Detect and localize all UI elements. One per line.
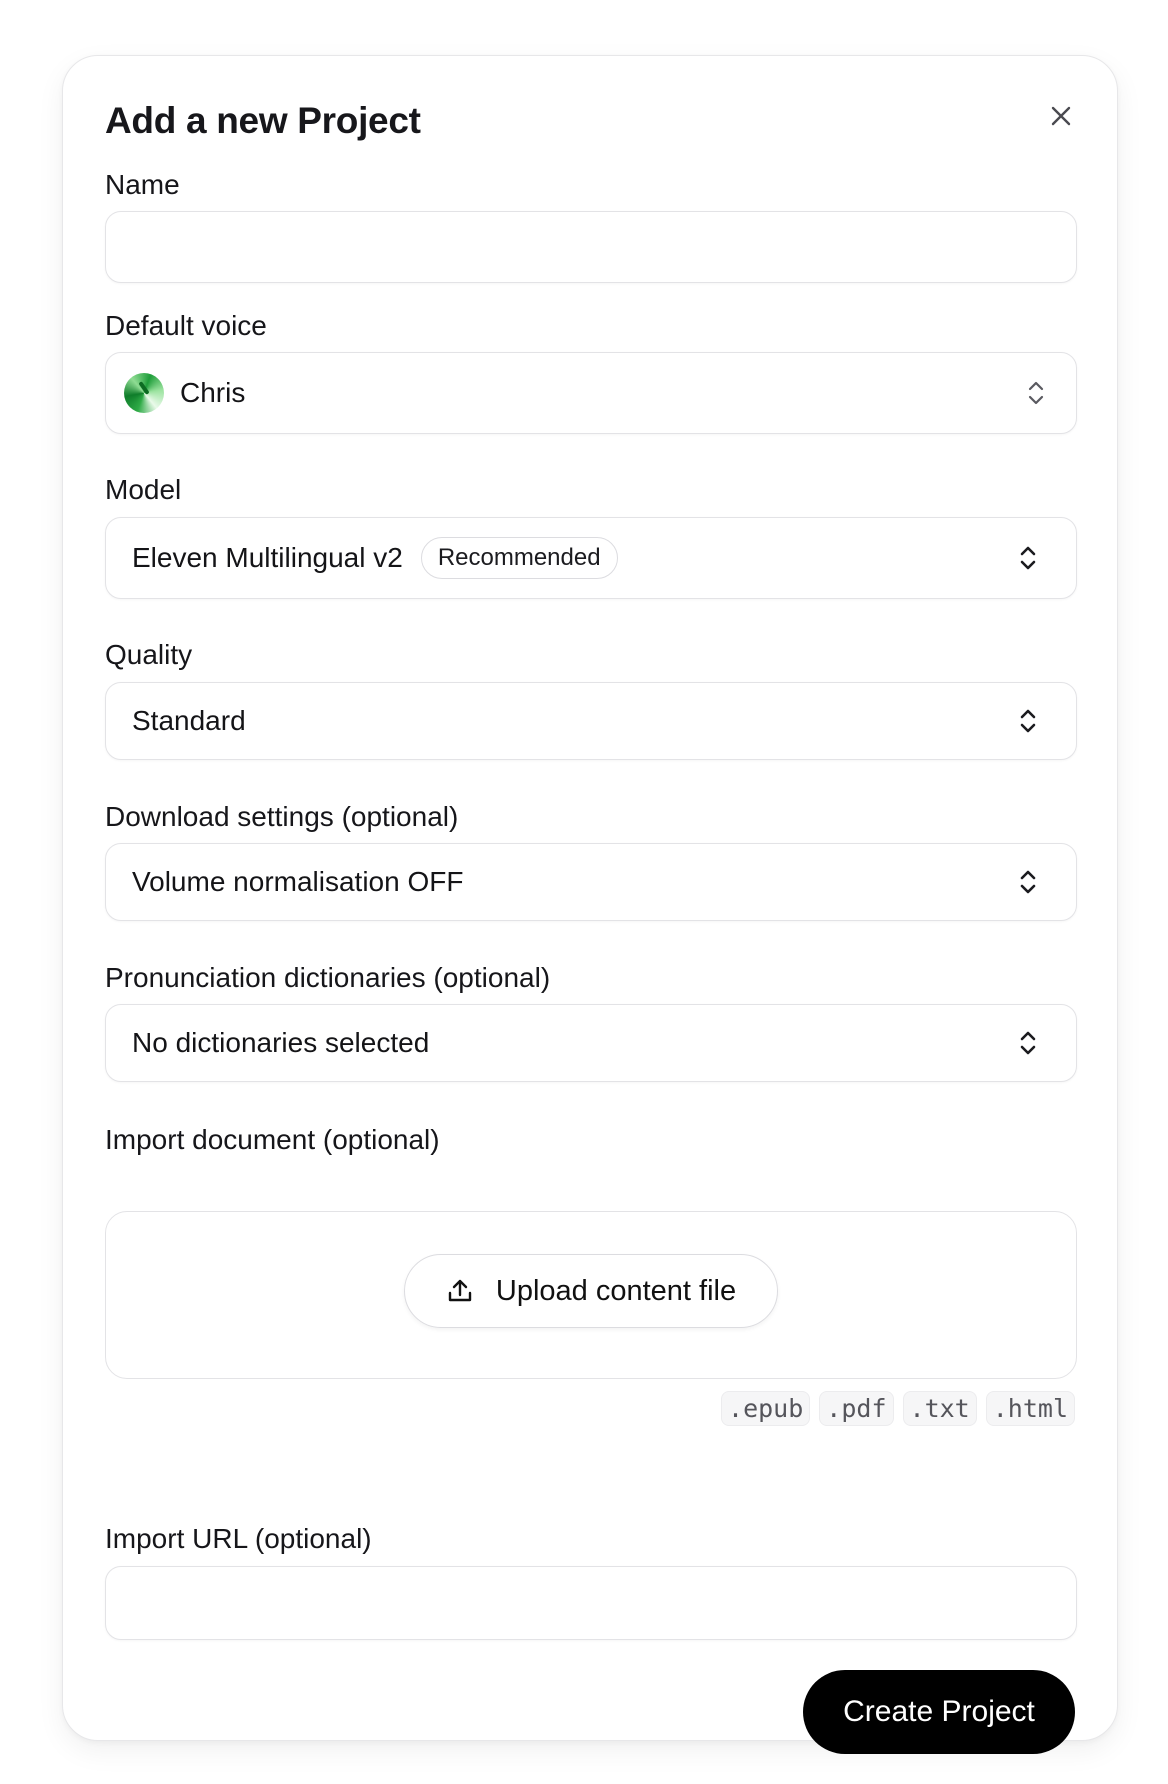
quality-value: Standard bbox=[132, 705, 246, 736]
import-url-input[interactable] bbox=[106, 1567, 1076, 1639]
create-project-button[interactable]: Create Project bbox=[803, 1670, 1075, 1754]
upload-content-label: Upload content file bbox=[495, 1274, 737, 1307]
close-icon bbox=[1051, 106, 1071, 126]
chevron-up-down-icon bbox=[1020, 546, 1036, 570]
chevron-up-down-icon bbox=[1020, 1031, 1036, 1055]
download-settings-select[interactable]: Volume normalisation OFF bbox=[105, 843, 1077, 921]
dialog-title: Add a new Project bbox=[105, 100, 421, 141]
download-settings-label: Download settings (optional) bbox=[105, 801, 459, 832]
import-url-field-wrapper bbox=[105, 1566, 1077, 1640]
pronunciation-value: No dictionaries selected bbox=[132, 1027, 430, 1058]
pronunciation-select[interactable]: No dictionaries selected bbox=[105, 1004, 1077, 1082]
name-field-wrapper bbox=[105, 211, 1077, 283]
extension-tag: .epub bbox=[721, 1391, 811, 1426]
recommended-badge: Recommended bbox=[420, 537, 618, 579]
upload-icon bbox=[448, 1279, 472, 1302]
upload-content-button[interactable]: Upload content file bbox=[404, 1254, 778, 1328]
supported-extensions: .epub .pdf .txt .html bbox=[721, 1391, 1075, 1426]
chevron-up-down-icon bbox=[1020, 870, 1036, 894]
import-url-label: Import URL (optional) bbox=[105, 1523, 372, 1554]
import-document-label: Import document (optional) bbox=[105, 1124, 440, 1155]
default-voice-select[interactable]: Chris bbox=[105, 352, 1077, 434]
download-settings-value: Volume normalisation OFF bbox=[132, 866, 464, 897]
default-voice-label: Default voice bbox=[105, 310, 267, 341]
chevron-up-down-icon bbox=[1028, 381, 1044, 405]
extension-tag: .txt bbox=[902, 1391, 977, 1426]
chevron-up-down-icon bbox=[1020, 709, 1036, 733]
name-label: Name bbox=[105, 169, 180, 200]
extension-tag: .html bbox=[985, 1391, 1075, 1426]
model-label: Model bbox=[105, 474, 182, 505]
extension-tag: .pdf bbox=[819, 1391, 894, 1426]
pronunciation-label: Pronunciation dictionaries (optional) bbox=[105, 962, 551, 993]
close-button[interactable] bbox=[1043, 98, 1079, 134]
document-dropzone[interactable]: Upload content file bbox=[105, 1211, 1077, 1379]
add-project-dialog: Add a new Project Name Default voice Chr… bbox=[62, 55, 1118, 1754]
model-select[interactable]: Eleven Multilingual v2 Recommended bbox=[105, 517, 1077, 599]
quality-select[interactable]: Standard bbox=[105, 682, 1077, 760]
voice-avatar bbox=[124, 373, 164, 413]
quality-label: Quality bbox=[105, 639, 193, 670]
model-value: Eleven Multilingual v2 bbox=[132, 542, 403, 573]
name-input[interactable] bbox=[106, 212, 1076, 282]
default-voice-value: Chris bbox=[180, 377, 246, 408]
